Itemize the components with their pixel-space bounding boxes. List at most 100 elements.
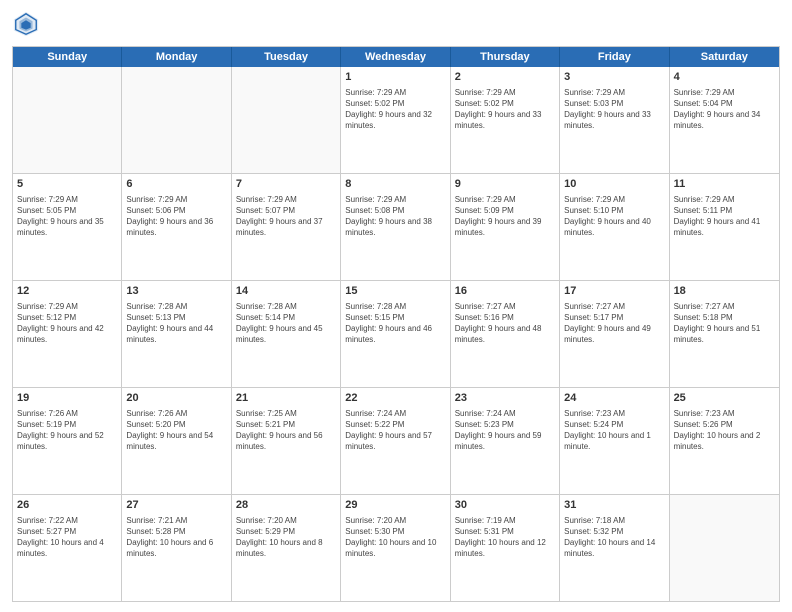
day-info: Sunrise: 7:29 AMSunset: 5:10 PMDaylight:… — [564, 194, 664, 239]
day-cell-25: 25 Sunrise: 7:23 AMSunset: 5:26 PMDayligh… — [670, 388, 779, 494]
day-number: 24 — [564, 391, 664, 406]
calendar-row-3: 12 Sunrise: 7:29 AMSunset: 5:12 PMDayligh… — [13, 280, 779, 387]
day-cell-30: 30 Sunrise: 7:19 AMSunset: 5:31 PMDayligh… — [451, 495, 560, 601]
day-cell-14: 14 Sunrise: 7:28 AMSunset: 5:14 PMDayligh… — [232, 281, 341, 387]
day-info: Sunrise: 7:27 AMSunset: 5:17 PMDaylight:… — [564, 301, 664, 346]
day-number: 12 — [17, 284, 117, 299]
day-number: 18 — [674, 284, 775, 299]
day-info: Sunrise: 7:21 AMSunset: 5:28 PMDaylight:… — [126, 515, 226, 560]
day-number: 2 — [455, 70, 555, 85]
header — [12, 10, 780, 38]
day-cell-15: 15Sunrise: 7:28 AMSunset: 5:15 PMDayligh… — [341, 281, 450, 387]
day-number: 1 — [345, 70, 445, 85]
header-day-wednesday: Wednesday — [341, 47, 450, 67]
day-number: 14 — [236, 284, 336, 299]
calendar-page: SundayMondayTuesdayWednesdayThursdayFrid… — [0, 0, 792, 612]
day-info: Sunrise: 7:24 AMSunset: 5:23 PMDaylight:… — [455, 408, 555, 453]
day-number: 7 — [236, 177, 336, 192]
day-cell-17: 17 Sunrise: 7:27 AMSunset: 5:17 PMDayligh… — [560, 281, 669, 387]
day-number: 3 — [564, 70, 664, 85]
day-info: Sunrise: 7:24 AMSunset: 5:22 PMDaylight:… — [345, 408, 445, 453]
day-info: Sunrise: 7:20 AMSunset: 5:29 PMDaylight:… — [236, 515, 336, 560]
header-day-sunday: Sunday — [13, 47, 122, 67]
day-cell-28: 28 Sunrise: 7:20 AMSunset: 5:29 PMDayligh… — [232, 495, 341, 601]
day-cell-7: 7 Sunrise: 7:29 AMSunset: 5:07 PMDaylight… — [232, 174, 341, 280]
day-info: Sunrise: 7:26 AMSunset: 5:19 PMDaylight:… — [17, 408, 117, 453]
day-cell-2: 2 Sunrise: 7:29 AMSunset: 5:02 PMDaylight… — [451, 67, 560, 173]
day-info: Sunrise: 7:29 AMSunset: 5:02 PMDaylight:… — [455, 87, 555, 132]
day-cell-3: 3 Sunrise: 7:29 AMSunset: 5:03 PMDaylight… — [560, 67, 669, 173]
day-info: Sunrise: 7:20 AMSunset: 5:30 PMDaylight:… — [345, 515, 445, 560]
day-number: 4 — [674, 70, 775, 85]
day-cell-5: 5Sunrise: 7:29 AMSunset: 5:05 PMDaylight… — [13, 174, 122, 280]
day-number: 15 — [345, 284, 445, 299]
day-info: Sunrise: 7:29 AMSunset: 5:06 PMDaylight:… — [126, 194, 226, 239]
day-cell-27: 27Sunrise: 7:21 AMSunset: 5:28 PMDayligh… — [122, 495, 231, 601]
header-day-saturday: Saturday — [670, 47, 779, 67]
day-cell-9: 9 Sunrise: 7:29 AMSunset: 5:09 PMDaylight… — [451, 174, 560, 280]
day-number: 28 — [236, 498, 336, 513]
day-cell-31: 31Sunrise: 7:18 AMSunset: 5:32 PMDayligh… — [560, 495, 669, 601]
day-number: 30 — [455, 498, 555, 513]
day-number: 22 — [345, 391, 445, 406]
empty-cell — [670, 495, 779, 601]
day-number: 16 — [455, 284, 555, 299]
day-info: Sunrise: 7:28 AMSunset: 5:13 PMDaylight:… — [126, 301, 226, 346]
day-info: Sunrise: 7:23 AMSunset: 5:24 PMDaylight:… — [564, 408, 664, 453]
day-cell-20: 20 Sunrise: 7:26 AMSunset: 5:20 PMDayligh… — [122, 388, 231, 494]
day-cell-12: 12 Sunrise: 7:29 AMSunset: 5:12 PMDayligh… — [13, 281, 122, 387]
day-info: Sunrise: 7:27 AMSunset: 5:18 PMDaylight:… — [674, 301, 775, 346]
day-cell-23: 23 Sunrise: 7:24 AMSunset: 5:23 PMDayligh… — [451, 388, 560, 494]
day-number: 17 — [564, 284, 664, 299]
day-cell-6: 6 Sunrise: 7:29 AMSunset: 5:06 PMDaylight… — [122, 174, 231, 280]
day-number: 25 — [674, 391, 775, 406]
day-cell-22: 22 Sunrise: 7:24 AMSunset: 5:22 PMDayligh… — [341, 388, 450, 494]
day-number: 26 — [17, 498, 117, 513]
day-cell-10: 10 Sunrise: 7:29 AMSunset: 5:10 PMDayligh… — [560, 174, 669, 280]
day-cell-11: 11Sunrise: 7:29 AMSunset: 5:11 PMDayligh… — [670, 174, 779, 280]
logo-icon — [12, 10, 40, 38]
day-info: Sunrise: 7:29 AMSunset: 5:07 PMDaylight:… — [236, 194, 336, 239]
day-info: Sunrise: 7:29 AMSunset: 5:12 PMDaylight:… — [17, 301, 117, 346]
day-cell-1: 1Sunrise: 7:29 AMSunset: 5:02 PMDaylight… — [341, 67, 450, 173]
day-info: Sunrise: 7:26 AMSunset: 5:20 PMDaylight:… — [126, 408, 226, 453]
day-number: 6 — [126, 177, 226, 192]
day-info: Sunrise: 7:22 AMSunset: 5:27 PMDaylight:… — [17, 515, 117, 560]
day-info: Sunrise: 7:29 AMSunset: 5:09 PMDaylight:… — [455, 194, 555, 239]
day-info: Sunrise: 7:29 AMSunset: 5:04 PMDaylight:… — [674, 87, 775, 132]
calendar: SundayMondayTuesdayWednesdayThursdayFrid… — [12, 46, 780, 602]
day-info: Sunrise: 7:19 AMSunset: 5:31 PMDaylight:… — [455, 515, 555, 560]
day-cell-16: 16 Sunrise: 7:27 AMSunset: 5:16 PMDayligh… — [451, 281, 560, 387]
day-number: 20 — [126, 391, 226, 406]
day-number: 23 — [455, 391, 555, 406]
day-info: Sunrise: 7:29 AMSunset: 5:05 PMDaylight:… — [17, 194, 117, 239]
day-info: Sunrise: 7:25 AMSunset: 5:21 PMDaylight:… — [236, 408, 336, 453]
day-cell-21: 21 Sunrise: 7:25 AMSunset: 5:21 PMDayligh… — [232, 388, 341, 494]
day-info: Sunrise: 7:28 AMSunset: 5:14 PMDaylight:… — [236, 301, 336, 346]
day-info: Sunrise: 7:23 AMSunset: 5:26 PMDaylight:… — [674, 408, 775, 453]
day-info: Sunrise: 7:27 AMSunset: 5:16 PMDaylight:… — [455, 301, 555, 346]
day-number: 11 — [674, 177, 775, 192]
header-day-thursday: Thursday — [451, 47, 560, 67]
day-number: 21 — [236, 391, 336, 406]
day-number: 9 — [455, 177, 555, 192]
calendar-row-5: 26 Sunrise: 7:22 AMSunset: 5:27 PMDayligh… — [13, 494, 779, 601]
header-day-tuesday: Tuesday — [232, 47, 341, 67]
day-cell-8: 8Sunrise: 7:29 AMSunset: 5:08 PMDaylight… — [341, 174, 450, 280]
day-cell-29: 29 Sunrise: 7:20 AMSunset: 5:30 PMDayligh… — [341, 495, 450, 601]
day-info: Sunrise: 7:29 AMSunset: 5:08 PMDaylight:… — [345, 194, 445, 239]
calendar-header: SundayMondayTuesdayWednesdayThursdayFrid… — [13, 47, 779, 67]
header-day-monday: Monday — [122, 47, 231, 67]
day-number: 31 — [564, 498, 664, 513]
day-number: 29 — [345, 498, 445, 513]
day-number: 10 — [564, 177, 664, 192]
empty-cell — [232, 67, 341, 173]
calendar-row-2: 5Sunrise: 7:29 AMSunset: 5:05 PMDaylight… — [13, 173, 779, 280]
header-day-friday: Friday — [560, 47, 669, 67]
calendar-row-1: 1 Sunrise: 7:29 AMSunset: 5:02 PMDaylight… — [13, 67, 779, 173]
calendar-body: 1 Sunrise: 7:29 AMSunset: 5:02 PMDaylight… — [13, 67, 779, 601]
calendar-row-4: 19Sunrise: 7:26 AMSunset: 5:19 PMDayligh… — [13, 387, 779, 494]
day-info: Sunrise: 7:29 AMSunset: 5:03 PMDaylight:… — [564, 87, 664, 132]
day-cell-24: 24 Sunrise: 7:23 AMSunset: 5:24 PMDayligh… — [560, 388, 669, 494]
day-cell-26: 26 Sunrise: 7:22 AMSunset: 5:27 PMDayligh… — [13, 495, 122, 601]
